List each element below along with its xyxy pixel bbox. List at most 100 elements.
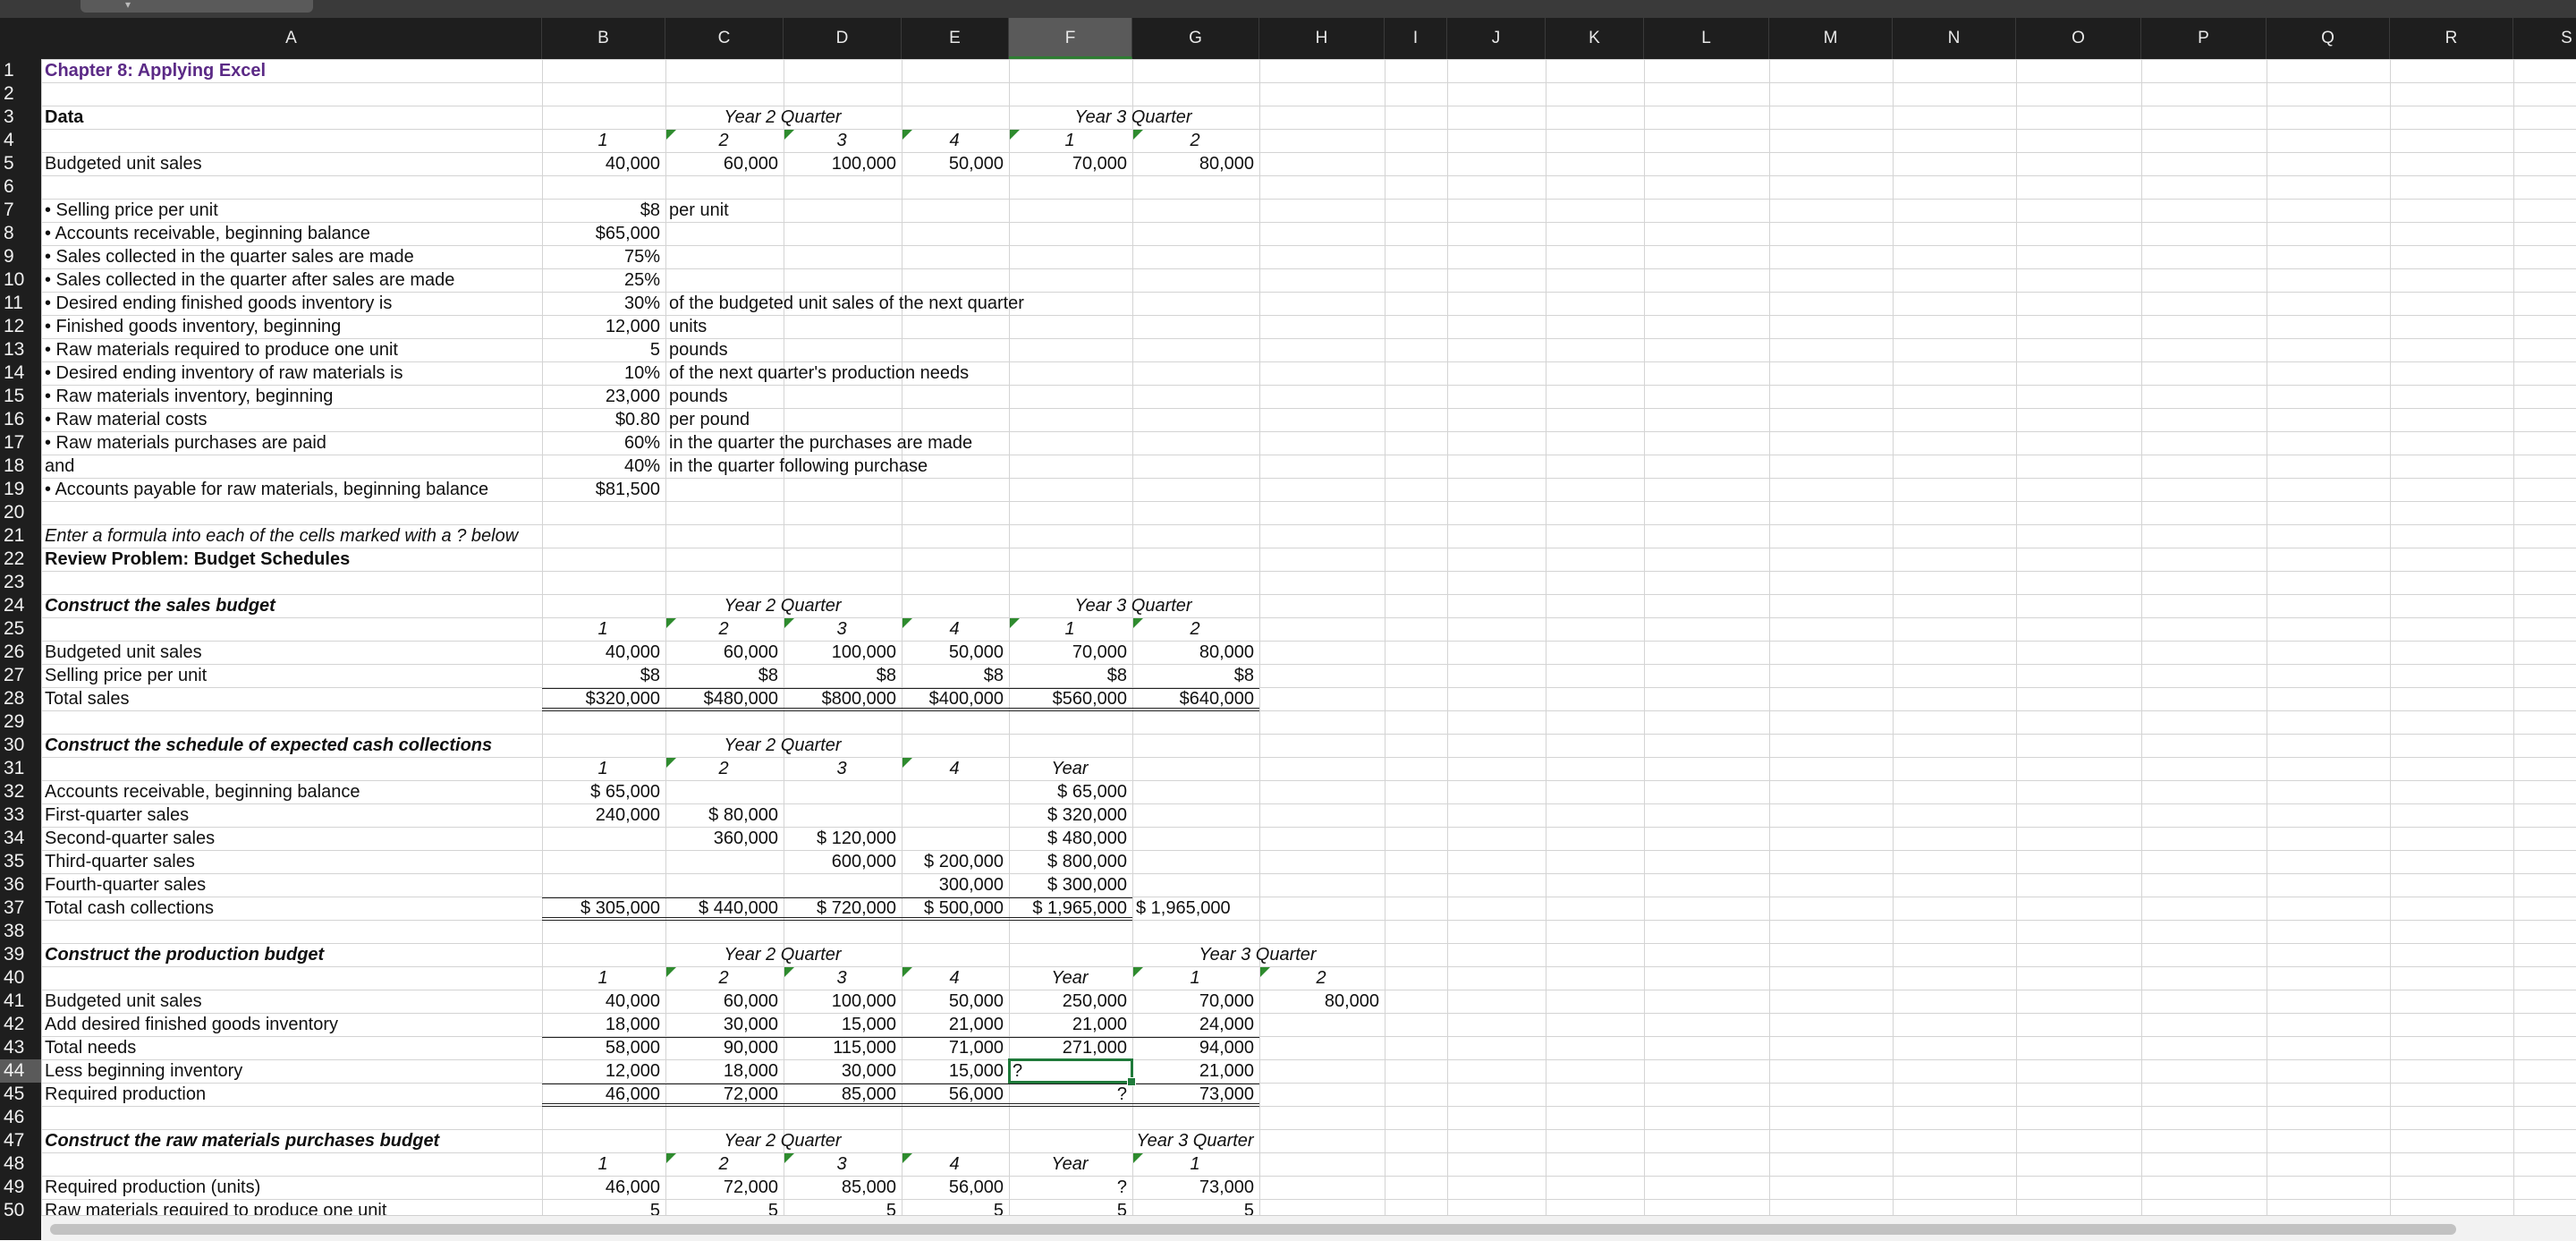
cell-f40[interactable]: Year [1013,966,1127,990]
cell-c25[interactable]: 2 [669,617,778,641]
cell-e40[interactable]: 4 [905,966,1004,990]
cell-a42[interactable]: Add desired finished goods inventory [45,1013,338,1036]
cell-b5[interactable]: 40,000 [546,152,660,175]
cell-c7[interactable]: per unit [669,199,729,222]
cell-a47[interactable]: Construct the raw materials purchases bu… [45,1129,439,1152]
cell-f31[interactable]: Year [1013,757,1127,780]
cell-d27[interactable]: $8 [787,664,896,687]
cell-f26[interactable]: 70,000 [1013,641,1127,664]
row-header-2[interactable]: 2 [0,82,41,106]
row-header-32[interactable]: 32 [0,780,41,803]
cell-d42[interactable]: 15,000 [787,1013,896,1036]
cell-e27[interactable]: $8 [905,664,1004,687]
cell-a21[interactable]: Enter a formula into each of the cells m… [45,524,518,548]
cell-a36[interactable]: Fourth-quarter sales [45,873,206,897]
cell-f36[interactable]: $ 300,000 [1013,873,1127,897]
cell-a9[interactable]: • Sales collected in the quarter sales a… [45,245,414,268]
row-header-8[interactable]: 8 [0,222,41,245]
cell-d4[interactable]: 3 [787,129,896,152]
row-header-26[interactable]: 26 [0,641,41,664]
cell-c11[interactable]: of the budgeted unit sales of the next q… [669,292,1024,315]
row-header-18[interactable]: 18 [0,455,41,478]
row-header-50[interactable]: 50 [0,1199,41,1222]
cell-d43[interactable]: 115,000 [787,1036,896,1059]
cell-f35[interactable]: $ 800,000 [1013,850,1127,873]
column-header-b[interactable]: B [542,18,665,59]
cell-d48[interactable]: 3 [787,1152,896,1176]
row-header-14[interactable]: 14 [0,361,41,385]
cell-c12[interactable]: units [669,315,707,338]
cell-b15[interactable]: 23,000 [546,385,660,408]
cell-a33[interactable]: First-quarter sales [45,803,189,827]
row-header-33[interactable]: 33 [0,803,41,827]
cell-a44[interactable]: Less beginning inventory [45,1059,242,1083]
cell-b41[interactable]: 40,000 [546,990,660,1013]
cell-a14[interactable]: • Desired ending inventory of raw materi… [45,361,403,385]
row-header-48[interactable]: 48 [0,1152,41,1176]
cell-c44[interactable]: 18,000 [669,1059,778,1083]
cell-g26[interactable]: 80,000 [1136,641,1254,664]
cell-b19[interactable]: $81,500 [546,478,660,501]
column-header-q[interactable]: Q [2267,18,2390,59]
cell-e4[interactable]: 4 [905,129,1004,152]
cell-f3[interactable]: Year 3 Quarter [1013,106,1254,129]
row-header-4[interactable]: 4 [0,129,41,152]
cell-a10[interactable]: • Sales collected in the quarter after s… [45,268,454,292]
cell-d35[interactable]: 600,000 [787,850,896,873]
cell-b7[interactable]: $8 [546,199,660,222]
cell-c47[interactable]: Year 2 Quarter [669,1129,896,1152]
cell-b10[interactable]: 25% [546,268,660,292]
cell-c15[interactable]: pounds [669,385,728,408]
cell-a45[interactable]: Required production [45,1083,206,1106]
cell-f24[interactable]: Year 3 Quarter [1013,594,1254,617]
column-header-k[interactable]: K [1546,18,1644,59]
cell-g4[interactable]: 2 [1136,129,1254,152]
cell-g37[interactable]: $ 1,965,000 [1136,897,1231,920]
row-header-27[interactable]: 27 [0,664,41,687]
cell-e36[interactable]: 300,000 [905,873,1004,897]
cell-b25[interactable]: 1 [546,617,660,641]
cell-a17[interactable]: • Raw materials purchases are paid [45,431,326,455]
cell-c49[interactable]: 72,000 [669,1176,778,1199]
cell-f49[interactable]: ? [1013,1176,1127,1199]
column-header-e[interactable]: E [902,18,1009,59]
cell-c16[interactable]: per pound [669,408,750,431]
row-header-5[interactable]: 5 [0,152,41,175]
active-cell-selection[interactable] [1008,1058,1136,1086]
row-header-46[interactable]: 46 [0,1106,41,1129]
cell-f43[interactable]: 271,000 [1013,1036,1127,1059]
row-header-13[interactable]: 13 [0,338,41,361]
sheet-tab[interactable]: ▾ [80,0,313,13]
cell-e43[interactable]: 71,000 [905,1036,1004,1059]
cell-a19[interactable]: • Accounts payable for raw materials, be… [45,478,488,501]
column-header-c[interactable]: C [665,18,784,59]
row-header-28[interactable]: 28 [0,687,41,710]
cell-e44[interactable]: 15,000 [905,1059,1004,1083]
column-header-d[interactable]: D [784,18,902,59]
cell-b8[interactable]: $65,000 [546,222,660,245]
cell-d31[interactable]: 3 [787,757,896,780]
row-header-16[interactable]: 16 [0,408,41,431]
cell-g42[interactable]: 24,000 [1136,1013,1254,1036]
cell-a24[interactable]: Construct the sales budget [45,594,275,617]
cell-c14[interactable]: of the next quarter's production needs [669,361,969,385]
row-header-23[interactable]: 23 [0,571,41,594]
cell-g44[interactable]: 21,000 [1136,1059,1254,1083]
cell-c33[interactable]: $ 80,000 [669,803,778,827]
cell-g25[interactable]: 2 [1136,617,1254,641]
column-header-o[interactable]: O [2016,18,2141,59]
cell-c42[interactable]: 30,000 [669,1013,778,1036]
row-header-37[interactable]: 37 [0,897,41,920]
cell-a32[interactable]: Accounts receivable, beginning balance [45,780,360,803]
cell-g49[interactable]: 73,000 [1136,1176,1254,1199]
cell-a26[interactable]: Budgeted unit sales [45,641,202,664]
cell-a16[interactable]: • Raw material costs [45,408,208,431]
cell-e31[interactable]: 4 [905,757,1004,780]
cell-a49[interactable]: Required production (units) [45,1176,260,1199]
cell-c48[interactable]: 2 [669,1152,778,1176]
cell-g27[interactable]: $8 [1136,664,1254,687]
cell-c31[interactable]: 2 [669,757,778,780]
spreadsheet-grid[interactable]: Chapter 8: Applying Excel Data Year 2 Quar… [41,59,2576,1240]
cell-g41[interactable]: 70,000 [1136,990,1254,1013]
cell-f48[interactable]: Year [1013,1152,1127,1176]
